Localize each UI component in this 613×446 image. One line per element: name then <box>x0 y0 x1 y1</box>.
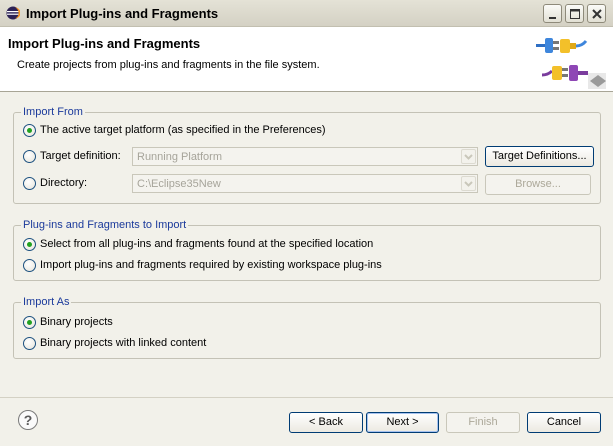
wizard-banner: Import Plug-ins and Fragments Create pro… <box>0 27 613 92</box>
close-button[interactable] <box>587 4 606 23</box>
active-target-platform-radio[interactable]: The active target platform (as specified… <box>23 124 423 138</box>
cancel-button[interactable]: Cancel <box>527 412 601 433</box>
plug-connectors-icon <box>536 38 606 89</box>
minimize-icon <box>549 17 556 19</box>
page-description: Create projects from plug-ins and fragme… <box>17 59 320 71</box>
combo-value: C:\Eclipse35New <box>137 178 221 190</box>
import-as-group: Import As Binary projects Binary project… <box>13 296 601 359</box>
radio-indicator <box>23 316 36 329</box>
chevron-down-icon <box>464 181 473 187</box>
target-definitions-button[interactable]: Target Definitions... <box>485 146 594 167</box>
help-button[interactable]: ? <box>18 410 38 430</box>
maximize-icon <box>570 9 580 19</box>
directory-radio[interactable]: Directory: <box>23 177 133 191</box>
back-button[interactable]: < Back <box>289 412 363 433</box>
radio-label: Select from all plug-ins and fragments f… <box>40 238 374 250</box>
radio-indicator <box>23 150 36 163</box>
import-from-label: Import From <box>21 106 85 118</box>
chevron-down-icon <box>464 154 473 160</box>
browse-button[interactable]: Browse... <box>485 174 591 195</box>
radio-indicator <box>23 259 36 272</box>
import-required-plugins-radio[interactable]: Import plug-ins and fragments required b… <box>23 259 423 273</box>
target-definition-combo[interactable]: Running Platform <box>132 147 478 166</box>
select-all-plugins-radio[interactable]: Select from all plug-ins and fragments f… <box>23 238 423 252</box>
radio-indicator <box>23 337 36 350</box>
minimize-button[interactable] <box>543 4 562 23</box>
page-title: Import Plug-ins and Fragments <box>8 36 201 51</box>
import-from-group: Import From The active target platform (… <box>13 106 601 204</box>
radio-label: Binary projects with linked content <box>40 337 207 349</box>
import-as-label: Import As <box>21 296 72 308</box>
directory-combo[interactable]: C:\Eclipse35New <box>132 174 478 193</box>
eclipse-icon <box>6 6 20 20</box>
finish-button[interactable]: Finish <box>446 412 520 433</box>
combo-arrow-button[interactable] <box>461 149 476 164</box>
import-plugins-dialog: Import Plug-ins and Fragments Import Plu… <box>0 0 613 446</box>
footer-separator <box>0 397 613 398</box>
binary-projects-radio[interactable]: Binary projects <box>23 316 223 330</box>
binary-linked-content-radio[interactable]: Binary projects with linked content <box>23 337 273 351</box>
window-title: Import Plug-ins and Fragments <box>26 6 219 21</box>
close-icon <box>592 9 602 19</box>
radio-indicator <box>23 238 36 251</box>
maximize-button[interactable] <box>565 4 584 23</box>
radio-label: Directory: <box>40 177 88 189</box>
radio-indicator <box>23 177 36 190</box>
target-definition-radio[interactable]: Target definition: <box>23 150 133 164</box>
radio-label: Binary projects <box>40 316 113 328</box>
combo-arrow-button[interactable] <box>461 176 476 191</box>
radio-label: The active target platform (as specified… <box>40 124 326 136</box>
title-bar: Import Plug-ins and Fragments <box>0 0 613 27</box>
combo-value: Running Platform <box>137 151 222 163</box>
radio-label: Target definition: <box>40 150 121 162</box>
radio-label: Import plug-ins and fragments required b… <box>40 259 382 271</box>
help-icon: ? <box>23 412 33 428</box>
plugins-to-import-group: Plug-ins and Fragments to Import Select … <box>13 219 601 281</box>
next-button[interactable]: Next > <box>366 412 439 433</box>
radio-indicator <box>23 124 36 137</box>
plugins-to-import-label: Plug-ins and Fragments to Import <box>21 219 189 231</box>
